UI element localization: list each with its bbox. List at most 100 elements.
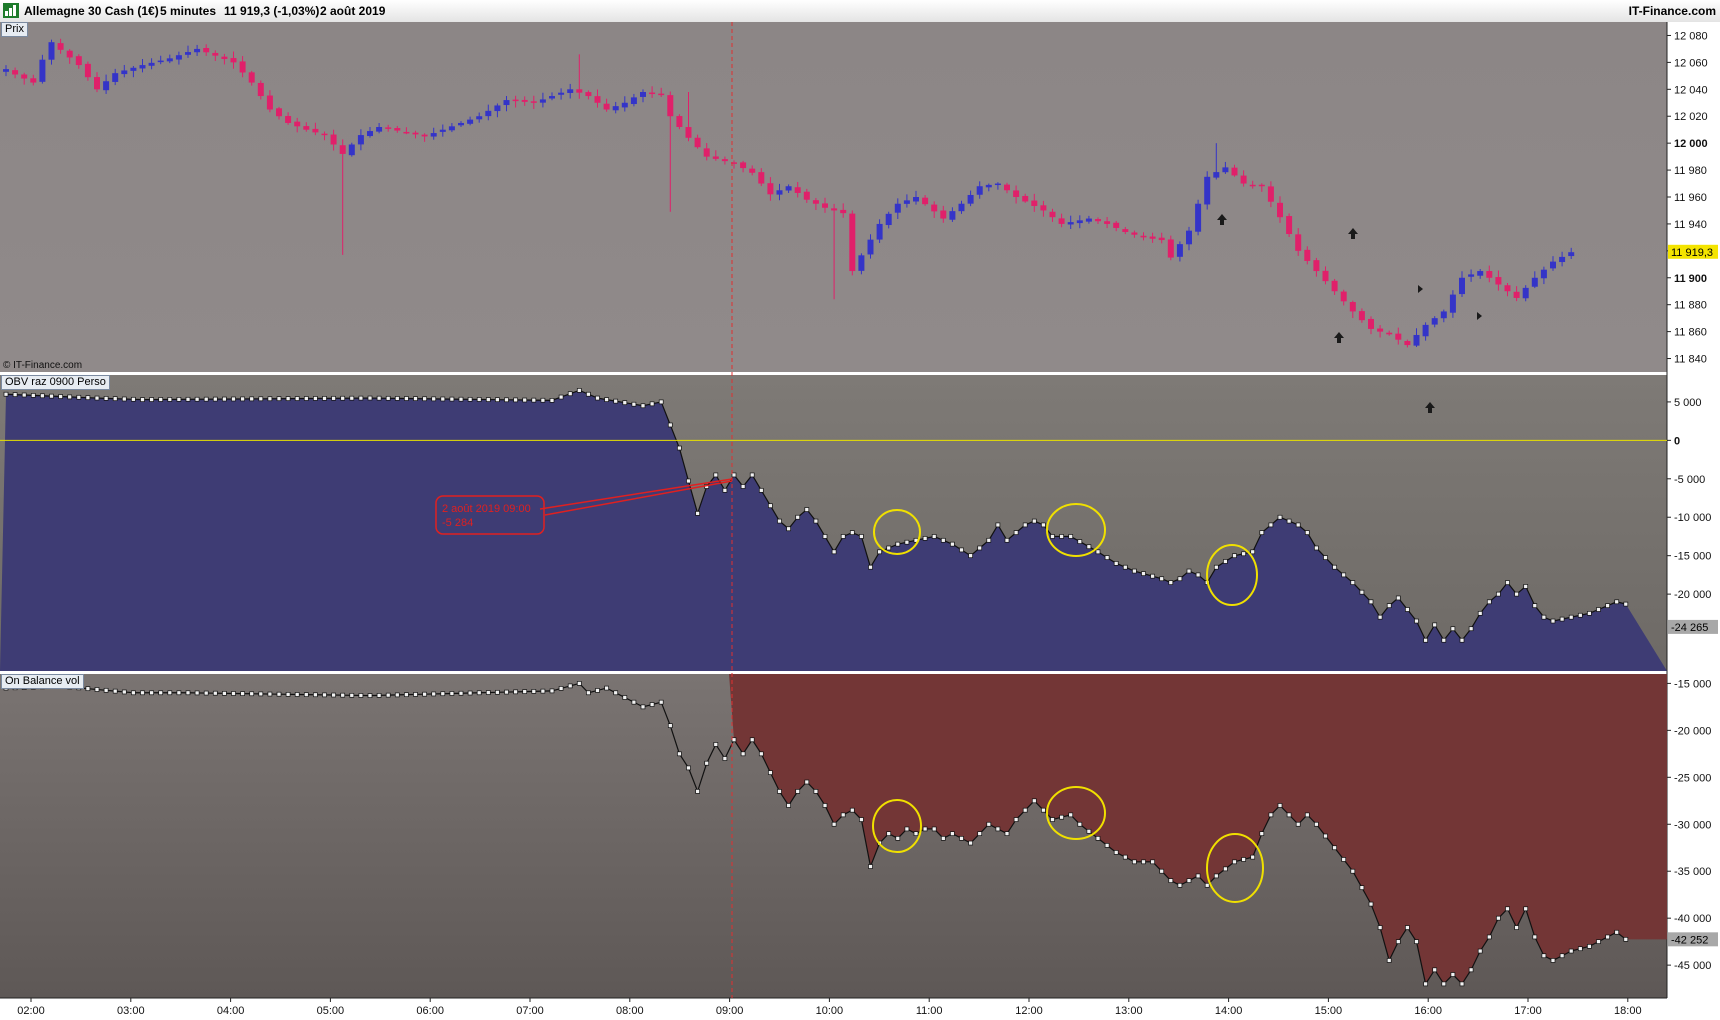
candle-body bbox=[630, 97, 637, 105]
data-point-marker bbox=[467, 396, 473, 402]
obv-vol-axis-tick-label: -40 000 bbox=[1674, 913, 1711, 925]
data-point-marker bbox=[658, 399, 664, 405]
itfinance-logo-icon bbox=[3, 3, 19, 18]
data-point-marker bbox=[1350, 868, 1356, 874]
candle-body bbox=[849, 213, 856, 272]
x-axis-tick-label: 13:00 bbox=[1115, 1005, 1143, 1017]
data-point-marker bbox=[895, 835, 901, 841]
candle-body bbox=[248, 72, 255, 83]
data-point-marker bbox=[1477, 610, 1483, 616]
candle-body bbox=[976, 186, 983, 195]
x-axis-tick-label: 05:00 bbox=[317, 1005, 345, 1017]
data-point-marker bbox=[176, 690, 182, 696]
data-point-marker bbox=[76, 394, 82, 400]
data-point-marker bbox=[440, 396, 446, 402]
data-point-marker bbox=[476, 690, 482, 696]
data-point-marker bbox=[1077, 821, 1083, 827]
candle-body bbox=[1267, 186, 1274, 202]
data-point-marker bbox=[495, 689, 500, 695]
price-axis-tick-label: 11 900 bbox=[1674, 273, 1707, 285]
data-point-marker bbox=[1277, 803, 1283, 808]
candle-body bbox=[1531, 277, 1538, 287]
obv-vol-axis-tick-label: -25 000 bbox=[1674, 772, 1711, 784]
data-point-marker bbox=[240, 396, 245, 402]
data-point-marker bbox=[1095, 835, 1101, 841]
data-point-marker bbox=[1204, 882, 1210, 888]
timeframe[interactable]: 5 minutes bbox=[160, 4, 216, 18]
candle-body bbox=[112, 73, 119, 82]
candle-body bbox=[1286, 216, 1293, 235]
data-point-marker bbox=[1031, 798, 1037, 804]
data-point-marker bbox=[203, 690, 209, 696]
candle-body bbox=[1113, 222, 1120, 228]
data-point-marker bbox=[1441, 637, 1447, 643]
data-point-marker bbox=[1286, 518, 1292, 524]
data-point-marker bbox=[1341, 572, 1347, 578]
x-axis-tick-label: 12:00 bbox=[1015, 1005, 1043, 1017]
candle-body bbox=[512, 99, 519, 102]
candle-body bbox=[385, 127, 392, 129]
data-point-marker bbox=[131, 396, 136, 402]
data-point-marker bbox=[322, 692, 327, 698]
data-point-marker bbox=[1031, 518, 1037, 524]
data-point-marker bbox=[1568, 614, 1574, 620]
candle-body bbox=[785, 186, 792, 191]
candle-body bbox=[867, 239, 874, 255]
data-point-marker bbox=[1323, 555, 1328, 560]
candle-body bbox=[194, 48, 201, 53]
data-point-marker bbox=[995, 522, 1001, 528]
data-point-marker bbox=[549, 688, 555, 694]
candle-body bbox=[1313, 260, 1320, 272]
candle-body bbox=[549, 96, 555, 99]
obv-last-value-label: -24 265 bbox=[1671, 622, 1708, 634]
data-point-marker bbox=[376, 395, 382, 401]
data-point-marker bbox=[622, 695, 628, 700]
data-point-marker bbox=[768, 770, 773, 775]
candle-body bbox=[903, 200, 910, 204]
data-point-marker bbox=[222, 690, 227, 696]
candle-body bbox=[1322, 270, 1329, 282]
data-point-marker bbox=[1068, 534, 1074, 539]
data-point-marker bbox=[667, 723, 673, 729]
candle-body bbox=[1022, 195, 1029, 202]
price-panel-label: Prix bbox=[1, 22, 28, 37]
data-point-marker bbox=[1068, 812, 1074, 818]
candle-body bbox=[740, 162, 747, 169]
data-point-marker bbox=[358, 693, 364, 698]
data-point-marker bbox=[1496, 591, 1501, 597]
data-point-marker bbox=[813, 789, 819, 794]
data-point-marker bbox=[103, 687, 109, 693]
data-point-marker bbox=[986, 821, 992, 827]
price-axis-tick-label: 12 000 bbox=[1674, 138, 1708, 150]
data-point-marker bbox=[1268, 522, 1274, 528]
candle-body bbox=[1459, 277, 1465, 295]
data-point-marker bbox=[1314, 545, 1319, 551]
data-point-marker bbox=[358, 395, 364, 401]
candle-body bbox=[913, 197, 919, 202]
obv-vol-last-value-label: -42 252 bbox=[1671, 934, 1708, 946]
data-point-marker bbox=[695, 789, 700, 794]
data-point-marker bbox=[1132, 568, 1137, 574]
candle-body bbox=[894, 203, 901, 213]
data-point-marker bbox=[1496, 915, 1501, 921]
data-point-marker bbox=[868, 564, 873, 570]
price-axis-tick-label: 11 980 bbox=[1674, 165, 1707, 177]
candle-body bbox=[794, 187, 801, 193]
candle-body bbox=[276, 108, 282, 117]
candle-body bbox=[1158, 237, 1165, 241]
data-point-marker bbox=[258, 396, 264, 402]
data-point-marker bbox=[1141, 859, 1146, 865]
candle-body bbox=[1085, 218, 1092, 222]
x-axis-tick-label: 11:00 bbox=[916, 1005, 943, 1017]
data-point-marker bbox=[531, 689, 537, 694]
data-point-marker bbox=[804, 779, 810, 785]
data-point-marker bbox=[385, 692, 391, 698]
chart-canvas[interactable]: 2 août 2019 09:00 -5 284 12 080 12 060 12 0… bbox=[0, 22, 1720, 1020]
data-point-marker bbox=[877, 549, 882, 555]
data-point-marker bbox=[1041, 807, 1046, 813]
data-point-marker bbox=[404, 396, 409, 401]
candle-body bbox=[703, 148, 710, 157]
data-point-marker bbox=[1168, 878, 1174, 883]
candle-body bbox=[1368, 318, 1374, 329]
candle-body bbox=[94, 77, 100, 90]
